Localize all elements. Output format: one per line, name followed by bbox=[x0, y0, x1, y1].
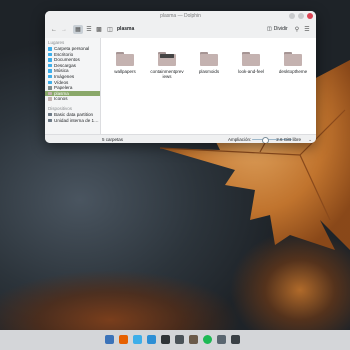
konsole-icon[interactable] bbox=[161, 335, 170, 344]
folder-icon bbox=[242, 52, 260, 66]
back-icon[interactable]: ← bbox=[50, 25, 58, 34]
places-section-title: Lugares bbox=[48, 40, 65, 45]
folder-icon bbox=[200, 52, 218, 66]
gimp-icon[interactable] bbox=[189, 335, 198, 344]
drive-icon bbox=[48, 112, 52, 117]
sidebar-item-label: Descargas bbox=[54, 62, 76, 68]
trash-icon bbox=[48, 86, 52, 90]
screenshot-icon[interactable] bbox=[175, 335, 184, 344]
details-view-button[interactable]: ▩ bbox=[95, 25, 103, 34]
desktop-icon bbox=[48, 52, 52, 57]
spotify-icon[interactable] bbox=[203, 335, 212, 344]
zoom-label: Ampliación: bbox=[228, 136, 252, 142]
folder-name: look-and-feel bbox=[237, 69, 264, 74]
sidebar-item-label: Vídeos bbox=[54, 79, 69, 85]
free-space: 2.6 GiB libre bbox=[276, 136, 301, 142]
documents-icon bbox=[48, 58, 52, 62]
folder-name: desktoptheme bbox=[278, 69, 308, 74]
window-title: plasma — Dolphin bbox=[160, 13, 201, 19]
folder-icon bbox=[284, 52, 302, 66]
folder-item[interactable]: look-and-feel bbox=[229, 52, 273, 74]
sidebar-item-label: Carpeta personal bbox=[54, 46, 90, 51]
sidebar-item-label: Papelera bbox=[54, 85, 73, 91]
folder-name: wallpapers bbox=[114, 69, 136, 74]
sidebar-item-label: Escritorio bbox=[54, 51, 74, 57]
app-launcher-icon[interactable] bbox=[105, 335, 114, 344]
folder-icon bbox=[116, 52, 134, 66]
videos-icon bbox=[48, 80, 52, 85]
taskbar bbox=[0, 330, 350, 350]
system-monitor-icon[interactable] bbox=[231, 335, 240, 344]
sidebar-item-label: Iconos bbox=[54, 96, 68, 102]
sidebar-item-label: plasma bbox=[54, 90, 69, 96]
close-button[interactable] bbox=[307, 13, 313, 19]
devices-section-title: Dispositivos bbox=[48, 105, 73, 111]
dolphin-window[interactable]: plasma — Dolphin ← → ▦ ☰ ▩ ◫ plasma ◫ Di… bbox=[45, 11, 316, 143]
split-label: Dividir bbox=[273, 26, 288, 32]
maximize-button[interactable] bbox=[298, 13, 304, 19]
pictures-icon bbox=[48, 74, 52, 79]
folder-item[interactable]: wallpapers bbox=[103, 52, 147, 74]
folder-name: containmentprev iews bbox=[150, 69, 184, 79]
kate-icon[interactable] bbox=[217, 335, 226, 344]
sidebar-item-unidad-interna-de-1[interactable]: Unidad interna de 1… bbox=[45, 118, 100, 124]
folder-icon bbox=[48, 97, 52, 101]
split-icon: ◫ bbox=[267, 26, 272, 32]
compact-view-button[interactable]: ☰ bbox=[85, 25, 93, 34]
chevron-down-icon[interactable]: ⌄ bbox=[308, 137, 312, 143]
places-sidebar: Lugares Carpeta personal Escritorio Docume… bbox=[45, 38, 101, 135]
firefox-icon[interactable] bbox=[119, 335, 128, 344]
music-icon bbox=[48, 69, 52, 73]
folder-item[interactable]: plasmoids bbox=[187, 52, 231, 74]
sidebar-item-label: Basic data partition bbox=[54, 111, 94, 117]
folder-icon bbox=[158, 52, 176, 66]
sidebar-item-label: Imágenes bbox=[54, 73, 75, 79]
hamburger-menu-icon[interactable]: ☰ bbox=[303, 25, 311, 34]
sidebar-item-label: Unidad interna de 1… bbox=[54, 117, 99, 123]
folder-name: plasmoids bbox=[198, 69, 220, 74]
icons-view-button[interactable]: ▦ bbox=[73, 25, 83, 34]
items-count: 5 carpetas bbox=[102, 136, 124, 142]
folder-item[interactable]: desktoptheme bbox=[271, 52, 315, 74]
sidebar-item-label: Documentos bbox=[54, 57, 80, 63]
forward-icon[interactable]: → bbox=[60, 25, 68, 34]
title-bar[interactable]: plasma — Dolphin bbox=[45, 11, 316, 21]
file-view[interactable]: wallpapers containmentprev iews plasmoids l… bbox=[101, 38, 316, 135]
dolphin-icon[interactable] bbox=[147, 335, 156, 344]
sidebar-item-label: Música bbox=[54, 68, 69, 74]
split-view-icon[interactable]: ◫ bbox=[106, 25, 114, 34]
folder-icon bbox=[48, 91, 52, 96]
status-bar: 5 carpetas Ampliación: 2.6 GiB libre ⌄ bbox=[45, 134, 316, 143]
drive-icon bbox=[48, 118, 52, 123]
toolbar: ← → ▦ ☰ ▩ ◫ plasma ◫ Dividir ⚲ ☰ bbox=[45, 21, 316, 39]
discover-icon[interactable] bbox=[133, 335, 142, 344]
zoom-slider-handle[interactable] bbox=[262, 136, 269, 143]
minimize-button[interactable] bbox=[289, 13, 295, 19]
home-icon bbox=[48, 47, 52, 51]
downloads-icon bbox=[48, 63, 52, 68]
search-icon[interactable]: ⚲ bbox=[293, 25, 301, 34]
breadcrumb[interactable]: plasma bbox=[117, 26, 134, 32]
folder-item[interactable]: containmentprev iews bbox=[145, 52, 189, 79]
split-button[interactable]: ◫ Dividir bbox=[267, 26, 288, 32]
sidebar-item-iconos[interactable]: Iconos bbox=[45, 96, 100, 102]
